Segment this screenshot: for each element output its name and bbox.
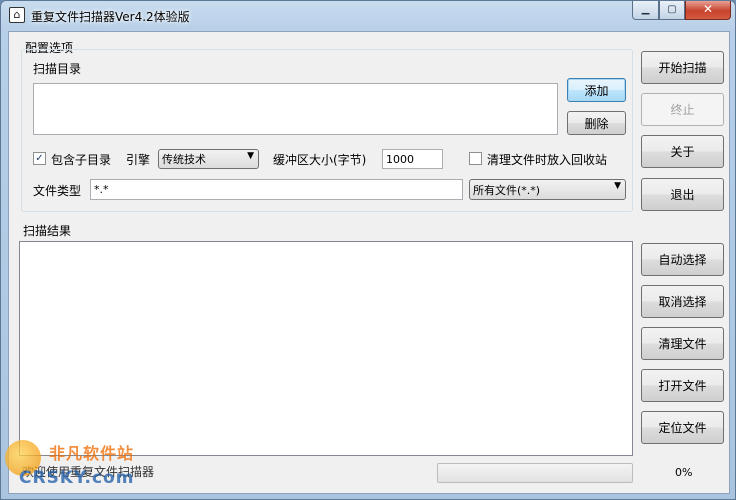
engine-select[interactable]: 传统技术 ▼ xyxy=(158,149,259,169)
buffer-size-label: 缓冲区大小(字节) xyxy=(273,153,367,167)
delete-button[interactable]: 删除 xyxy=(567,111,626,135)
include-subdirs-checkbox[interactable]: ✓ xyxy=(33,152,46,165)
engine-select-value: 传统技术 xyxy=(162,153,206,166)
client-area: 配置选项 扫描目录 添加 删除 ✓ 包含子目录 引擎 传统技术 ▼ 缓冲区大小(… xyxy=(8,31,730,494)
exit-button[interactable]: 退出 xyxy=(641,178,724,211)
chevron-down-icon: ▼ xyxy=(247,151,254,161)
app-icon: ⌂ xyxy=(9,7,25,23)
results-label: 扫描结果 xyxy=(23,224,72,238)
file-type-label: 文件类型 xyxy=(33,184,82,198)
watermark-en-text: CRSKY.com xyxy=(19,468,135,488)
close-button[interactable]: ✕ xyxy=(685,1,731,20)
file-filter-value: 所有文件(*.*) xyxy=(473,183,541,197)
file-type-input[interactable]: *.* xyxy=(90,179,463,200)
window-title: 重复文件扫描器Ver4.2体验版 xyxy=(31,10,190,24)
scan-dir-list[interactable] xyxy=(33,83,558,135)
include-subdirs-label: 包含子目录 xyxy=(51,153,112,167)
stop-button[interactable]: 终止 xyxy=(641,93,724,126)
auto-select-button[interactable]: 自动选择 xyxy=(641,243,724,276)
clean-files-button[interactable]: 清理文件 xyxy=(641,327,724,360)
progress-percent: 0% xyxy=(675,466,693,479)
locate-file-button[interactable]: 定位文件 xyxy=(641,411,724,444)
recycle-bin-checkbox[interactable] xyxy=(469,152,482,165)
add-button[interactable]: 添加 xyxy=(567,78,626,102)
scan-dir-label: 扫描目录 xyxy=(33,62,82,76)
results-list[interactable] xyxy=(19,241,633,456)
buffer-size-input[interactable]: 1000 xyxy=(382,149,443,169)
recycle-bin-label: 清理文件时放入回收站 xyxy=(487,153,608,167)
title-bar[interactable]: ⌂ 重复文件扫描器Ver4.2体验版 ▁ ▢ ✕ xyxy=(1,1,735,31)
maximize-button[interactable]: ▢ xyxy=(659,1,685,20)
open-file-button[interactable]: 打开文件 xyxy=(641,369,724,402)
start-scan-button[interactable]: 开始扫描 xyxy=(641,51,724,84)
engine-label: 引擎 xyxy=(126,153,151,167)
progress-bar xyxy=(437,463,633,483)
window-controls: ▁ ▢ ✕ xyxy=(632,1,731,20)
minimize-button[interactable]: ▁ xyxy=(632,1,659,20)
cancel-select-button[interactable]: 取消选择 xyxy=(641,285,724,318)
about-button[interactable]: 关于 xyxy=(641,135,724,168)
watermark-cn-text: 非凡软件站 xyxy=(49,444,135,463)
watermark-logo: 非凡软件站 CRSKY.com xyxy=(5,438,165,496)
file-filter-select[interactable]: 所有文件(*.*) ▼ xyxy=(469,179,626,200)
app-window: ⌂ 重复文件扫描器Ver4.2体验版 ▁ ▢ ✕ 配置选项 扫描目录 添加 删除… xyxy=(0,0,736,500)
chevron-down-icon: ▼ xyxy=(614,181,621,191)
